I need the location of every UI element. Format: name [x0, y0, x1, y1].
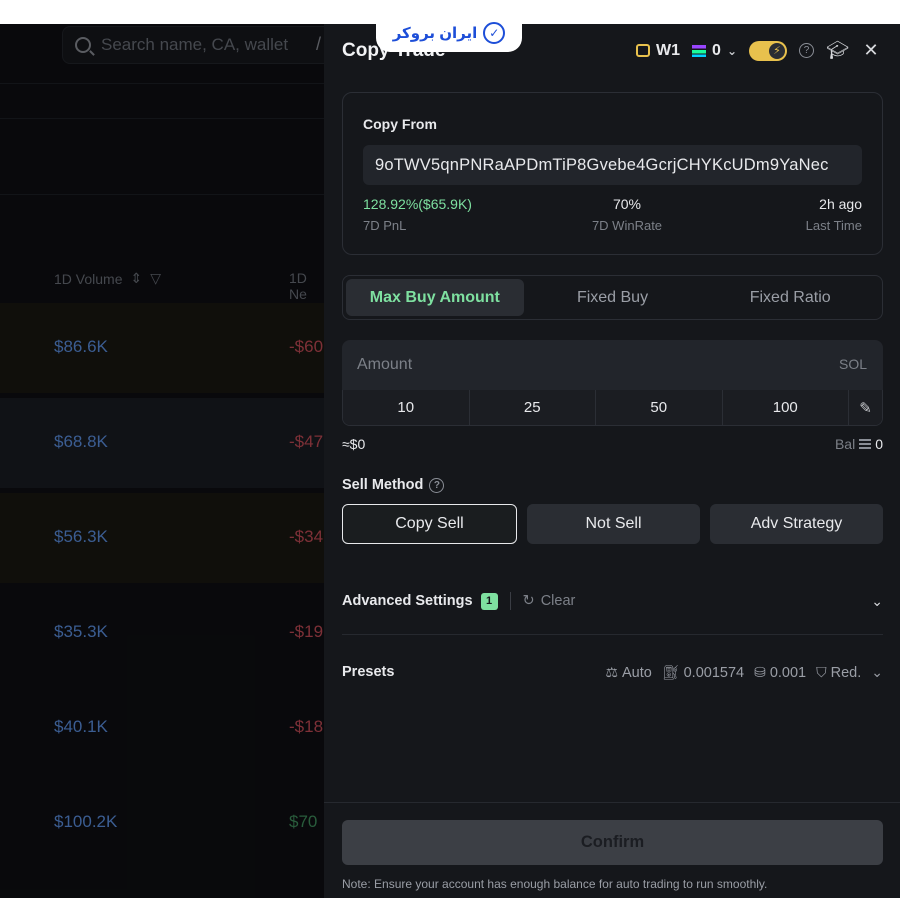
balance-value: 0 [875, 436, 883, 452]
sol-balance-selector[interactable]: 0 ⌄ [692, 42, 737, 60]
tab-fixed-buy[interactable]: Fixed Buy [524, 279, 702, 316]
copy-from-card: Copy From 9oTWV5qnPNRaAPDmTiP8Gvebe4Gcrj… [342, 92, 883, 255]
winrate-value: 70% [612, 196, 642, 212]
help-icon[interactable]: ? [429, 477, 445, 493]
solana-stack-icon [859, 439, 872, 449]
wallet-icon [636, 44, 651, 57]
wallet-address-field[interactable]: 9oTWV5qnPNRaAPDmTiP8Gvebe4GcrjCHYKcUDm9Y… [363, 145, 862, 185]
balance-label: Bal [834, 436, 856, 452]
chevron-down-icon[interactable]: ⌄ [871, 593, 883, 610]
copy-sell-button[interactable]: Copy Sell [342, 504, 517, 544]
wallet-selector[interactable]: W1 [636, 42, 680, 60]
slippage-value: Auto [621, 664, 652, 681]
tab-fixed-ratio[interactable]: Fixed Ratio [701, 279, 879, 316]
chevron-down-icon: ⌄ [726, 43, 737, 58]
quick-amount-button[interactable]: 25 [469, 390, 596, 425]
presets-label: Presets [342, 664, 395, 680]
sell-method-heading: Sell Method ? [342, 477, 445, 493]
divider [324, 802, 900, 803]
confirm-button[interactable]: Confirm [342, 820, 883, 865]
pnl-label: 7D PnL [363, 218, 407, 233]
sell-method-options: Copy Sell Not Sell Adv Strategy [342, 504, 883, 544]
wallet-label: W1 [656, 41, 681, 59]
turbo-toggle[interactable]: ⚡ [749, 40, 787, 61]
divider [342, 634, 883, 635]
lightning-icon: ⚡ [769, 42, 785, 59]
pnl-stat: 128.92%($65.9K) 7D PnL [363, 196, 472, 233]
separator [509, 592, 511, 610]
amount-unit: SOL [838, 356, 867, 372]
not-sell-button[interactable]: Not Sell [527, 504, 700, 544]
advanced-settings-label: Advanced Settings [342, 593, 473, 609]
priority-fee-icon: ⛁ [754, 663, 766, 680]
gas-value: 0.001574 [683, 664, 745, 681]
quick-amount-button[interactable]: 10 [343, 390, 470, 425]
winrate-stat: 70% 7D WinRate [577, 196, 677, 233]
last-time-label: Last Time [805, 218, 862, 233]
sell-method-label: Sell Method [342, 477, 424, 493]
last-time-stat: 2h ago Last Time [806, 196, 862, 233]
approx-usd: ≈$0 [342, 436, 366, 452]
quick-amounts: 10 25 50 100 ✎ [342, 390, 883, 426]
close-icon[interactable]: ✕ [860, 40, 882, 61]
overlay-dim [0, 24, 324, 898]
copy-from-label: Copy From [363, 116, 437, 132]
gas-pump-icon: ⛽︎ [661, 663, 680, 680]
mev-value: Red. [830, 664, 862, 681]
adv-strategy-button[interactable]: Adv Strategy [710, 504, 883, 544]
panel-header-controls: W1 0 ⌄ ⚡ ? 🎓︎ ✕ [636, 40, 882, 61]
amount-field: SOL [342, 340, 883, 390]
priority-value: 0.001 [769, 664, 807, 681]
presets-summary: ⚖︎ Auto ⛽︎ 0.001574 ⛁ 0.001 ⛉ Red. ⌄ [605, 664, 883, 681]
quick-amount-button[interactable]: 100 [722, 390, 849, 425]
pencil-icon[interactable]: ✎ [849, 390, 882, 425]
solana-icon [692, 44, 707, 57]
refresh-icon: ↻ [522, 593, 535, 609]
shield-icon: ⛉ [816, 663, 827, 680]
balance-display: Bal 0 [835, 436, 883, 452]
clear-label: Clear [540, 593, 576, 609]
advanced-settings-row[interactable]: Advanced Settings 1 ↻ Clear ⌄ [342, 590, 883, 612]
slippage-icon: ⚖︎ [605, 663, 618, 680]
copy-trade-panel: Copy Trade W1 0 ⌄ ⚡ ? 🎓︎ ✕ Copy From 9oT… [324, 24, 900, 898]
last-time-value: 2h ago [819, 196, 862, 212]
graduation-cap-icon[interactable]: 🎓︎ [826, 40, 849, 61]
check-chart-icon: ✓ [483, 22, 506, 44]
buy-mode-tabs: Max Buy Amount Fixed Buy Fixed Ratio [342, 275, 883, 320]
amount-input[interactable] [342, 340, 883, 390]
watermark-logo: ایران بروکر ✓ [376, 14, 522, 52]
quick-amount-button[interactable]: 50 [596, 390, 723, 425]
chevron-down-icon: ⌄ [871, 663, 883, 680]
tab-max-buy-amount[interactable]: Max Buy Amount [346, 279, 524, 316]
sol-balance: 0 [712, 41, 721, 59]
help-icon[interactable]: ? [799, 43, 814, 58]
clear-button[interactable]: ↻ Clear [523, 593, 576, 609]
balance-note: Note: Ensure your account has enough bal… [342, 877, 768, 891]
pnl-value: 128.92%($65.9K) [363, 196, 472, 212]
advanced-count-badge: 1 [480, 592, 498, 610]
presets-row[interactable]: Presets ⚖︎ Auto ⛽︎ 0.001574 ⛁ 0.001 ⛉ Red. ⌄ [342, 661, 883, 683]
watermark-text: ایران بروکر [392, 25, 478, 42]
winrate-label: 7D WinRate [591, 218, 663, 233]
